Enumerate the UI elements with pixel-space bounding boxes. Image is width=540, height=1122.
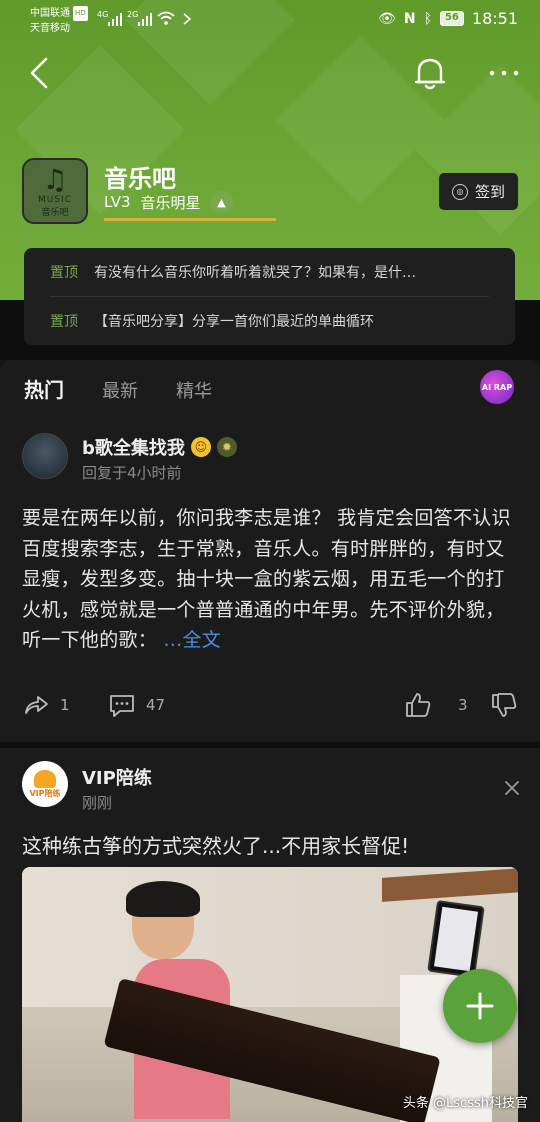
feed-tabs: 热门 最新 精华	[24, 374, 212, 403]
advertiser-logo-text: VIP陪练	[29, 788, 61, 798]
signal-icon	[108, 13, 122, 26]
level-label: LV3	[104, 193, 131, 211]
signin-icon: ◎	[451, 183, 468, 200]
share-button[interactable]: 1	[22, 691, 70, 719]
carrier-2: 天音移动	[30, 23, 70, 34]
advertiser-avatar[interactable]: VIP陪练	[22, 761, 68, 807]
status-bar: 中国联通 HD 天音移动 4G 2G 👁 N ᛒ 56 18:51	[0, 0, 540, 42]
bell-icon[interactable]	[410, 53, 450, 93]
status-right-icons: 👁 N ᛒ 56 18:51	[378, 9, 518, 28]
image-child-hair	[126, 881, 200, 917]
network-2-label: 2G	[127, 10, 139, 19]
signin-button[interactable]: ◎ 签到	[439, 173, 518, 210]
post-author[interactable]: b歌全集找我 ☺ ✹	[82, 434, 237, 460]
carrier-info: 中国联通 HD 天音移动	[30, 6, 88, 36]
tab-featured[interactable]: 精华	[176, 377, 212, 403]
pinned-title: 【音乐吧分享】分享一首你们最近的单曲循环	[94, 313, 374, 330]
eye-icon: 👁	[378, 10, 396, 27]
thumbs-up-icon	[406, 693, 431, 717]
smile-icon: ☺	[190, 437, 211, 457]
advertiser-name[interactable]: VIP陪练	[82, 764, 152, 790]
clock: 18:51	[471, 9, 518, 28]
close-icon[interactable]	[502, 778, 522, 798]
avatar[interactable]	[22, 433, 68, 479]
forum-name: 音乐吧	[104, 165, 176, 193]
vip-logo-icon	[34, 769, 56, 788]
share-count: 1	[60, 696, 70, 714]
battery-icon: 56	[439, 11, 464, 26]
forum-logo: ♫ MUSIC 音乐吧	[22, 158, 88, 224]
tab-hot[interactable]: 热门	[24, 374, 64, 403]
post-text: 要是在两年以前，你问我李志是谁？ 我肯定会回答不认识 百度搜索李志，生于常熟，音…	[22, 507, 511, 651]
music-note-icon: ♫	[42, 162, 68, 196]
read-more-link[interactable]: ...全文	[163, 629, 221, 651]
pinned-post[interactable]: 置顶 【音乐吧分享】分享一首你们最近的单曲循环	[50, 296, 489, 344]
wifi-icon	[157, 11, 175, 25]
pinned-tag: 置顶	[50, 265, 78, 281]
post-username: b歌全集找我	[82, 438, 185, 459]
post-time: 回复于4小时前	[82, 464, 182, 482]
share-icon	[25, 696, 48, 714]
level-title: 音乐明星	[140, 193, 201, 212]
back-arrow-icon[interactable]	[22, 55, 58, 91]
pinned-tag: 置顶	[50, 313, 78, 330]
watermark: 头条 @Lscssh科技官	[402, 1096, 528, 1111]
signal-icon	[138, 13, 152, 26]
level-row: LV3 音乐明星 ▲	[104, 191, 233, 213]
nfc-icon: N	[403, 10, 416, 27]
rocket-icon: ▲	[210, 191, 233, 213]
feed-divider	[0, 742, 540, 748]
carrier-1: 中国联通	[30, 8, 70, 19]
logo-text: MUSIC	[37, 194, 72, 205]
logo-caption: 音乐吧	[41, 207, 69, 218]
signin-label: 签到	[474, 183, 505, 201]
more-options-icon[interactable]	[486, 58, 522, 88]
tab-latest[interactable]: 最新	[102, 377, 138, 403]
image-tablet	[427, 900, 485, 978]
ad-title[interactable]: 这种练古筝的方式突然火了...不用家长督促!	[22, 830, 409, 859]
like-count: 3	[458, 696, 468, 714]
comment-icon	[110, 695, 134, 717]
thumbs-down-icon[interactable]	[490, 691, 518, 719]
comment-count: 47	[146, 696, 166, 714]
like-button[interactable]: 3	[404, 691, 468, 719]
bluetooth-icon: ᛒ	[423, 10, 432, 27]
pinned-post[interactable]: 置顶 有没有什么音乐你听着听着就哭了？如果有，是什…	[50, 248, 489, 296]
badge-icon: ✹	[216, 437, 237, 457]
hd-badge: HD	[73, 6, 88, 21]
pinned-posts: 置顶 有没有什么音乐你听着听着就哭了？如果有，是什… 置顶 【音乐吧分享】分享一…	[24, 248, 515, 345]
ai-rap-logo[interactable]: AI RAP	[480, 370, 514, 404]
ad-time: 刚刚	[82, 794, 113, 812]
pinned-title: 有没有什么音乐你听着听着就哭了？如果有，是什…	[94, 265, 416, 281]
nfc-signal-icon	[183, 13, 192, 25]
comment-button[interactable]: 47	[108, 691, 165, 719]
create-post-button[interactable]	[443, 969, 517, 1043]
plus-icon	[466, 992, 494, 1020]
post-body[interactable]: 要是在两年以前，你问我李志是谁？ 我肯定会回答不认识 百度搜索李志，生于常熟，音…	[22, 503, 518, 656]
level-progress-bar	[104, 218, 276, 221]
network-1-label: 4G	[97, 10, 109, 19]
